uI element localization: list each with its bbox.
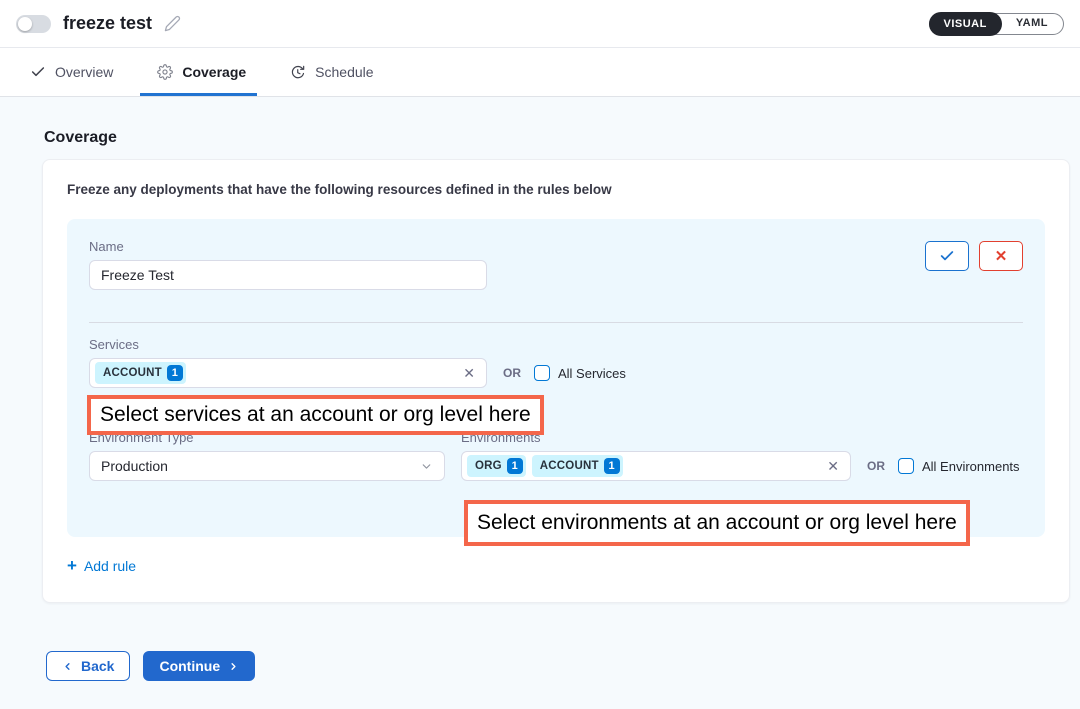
environments-or-label: OR (867, 459, 885, 473)
tab-schedule-label: Schedule (315, 64, 373, 80)
header: freeze test VISUAL YAML (0, 0, 1080, 48)
environments-account-tag[interactable]: ACCOUNT 1 (532, 455, 623, 477)
environment-columns: Environment Type Production Environments… (89, 430, 1023, 481)
name-label: Name (89, 239, 487, 254)
tab-coverage-label: Coverage (182, 64, 246, 80)
annotation-select-environments: Select environments at an account or org… (464, 500, 970, 546)
services-multiselect[interactable]: ACCOUNT 1 ✕ (89, 358, 487, 388)
services-row: ACCOUNT 1 ✕ OR All Services (89, 358, 1023, 388)
tab-schedule[interactable]: Schedule (290, 48, 373, 96)
panel-divider (89, 322, 1023, 323)
visual-yaml-toggle: VISUAL YAML (929, 13, 1065, 35)
apply-rule-button[interactable] (925, 241, 969, 271)
all-services-checkbox[interactable] (534, 365, 550, 381)
environments-multiselect[interactable]: ORG 1 ACCOUNT 1 ✕ (461, 451, 851, 481)
wizard-tabs: Overview Coverage Schedule (0, 48, 1080, 97)
visual-mode-button[interactable]: VISUAL (929, 12, 1002, 36)
add-rule-label: Add rule (84, 558, 136, 574)
freeze-enabled-toggle[interactable] (16, 15, 51, 33)
all-services-label: All Services (558, 366, 626, 381)
environments-org-tag[interactable]: ORG 1 (467, 455, 526, 477)
main-content: Coverage Freeze any deployments that hav… (0, 97, 1080, 709)
confirm-buttons: ✕ (925, 241, 1023, 271)
toggle-knob (18, 17, 32, 31)
chevron-right-icon (228, 661, 239, 672)
tab-overview-label: Overview (55, 64, 113, 80)
pencil-icon (164, 15, 181, 32)
annotation-select-services: Select services at an account or org lev… (87, 395, 544, 435)
tag-count-badge: 1 (604, 458, 620, 474)
tag-count-badge: 1 (507, 458, 523, 474)
plus-icon: + (67, 557, 77, 574)
tag-label: ACCOUNT (540, 460, 599, 472)
add-rule-button[interactable]: + Add rule (67, 557, 136, 574)
name-field-group: Name (89, 239, 487, 290)
environment-type-group: Environment Type Production (89, 430, 445, 481)
check-icon (30, 64, 46, 80)
back-button[interactable]: Back (46, 651, 130, 681)
tab-coverage[interactable]: Coverage (157, 48, 246, 96)
services-account-tag[interactable]: ACCOUNT 1 (95, 362, 186, 384)
environments-row: ORG 1 ACCOUNT 1 ✕ OR All Environments (461, 451, 1023, 481)
chevron-left-icon (62, 661, 73, 672)
cancel-rule-button[interactable]: ✕ (979, 241, 1023, 271)
chevron-down-icon (420, 460, 433, 473)
coverage-heading: Coverage (44, 129, 1070, 147)
wizard-footer: Back Continue (46, 651, 1070, 681)
coverage-card: Freeze any deployments that have the fol… (42, 159, 1070, 603)
yaml-mode-button[interactable]: YAML (1001, 13, 1063, 35)
back-label: Back (81, 658, 114, 674)
tag-count-badge: 1 (167, 365, 183, 381)
gear-icon (157, 64, 173, 80)
tab-overview[interactable]: Overview (30, 48, 113, 96)
edit-title-button[interactable] (164, 15, 181, 32)
x-icon: ✕ (995, 247, 1008, 265)
clear-services-icon[interactable]: ✕ (463, 366, 475, 380)
check-icon (939, 248, 955, 264)
continue-label: Continue (159, 658, 220, 674)
all-environments-checkbox[interactable] (898, 458, 914, 474)
all-environments-label: All Environments (922, 459, 1020, 474)
continue-button[interactable]: Continue (143, 651, 255, 681)
services-or-label: OR (503, 366, 521, 380)
services-label: Services (89, 337, 1023, 353)
coverage-intro-text: Freeze any deployments that have the fol… (67, 182, 1045, 197)
environments-label: Environments (461, 430, 1023, 446)
tag-label: ACCOUNT (103, 367, 162, 379)
environments-group: Environments ORG 1 ACCOUNT 1 ✕ (461, 430, 1023, 481)
environment-type-select[interactable]: Production (89, 451, 445, 481)
environment-type-value: Production (101, 458, 168, 474)
tag-label: ORG (475, 460, 502, 472)
rule-panel: Name ✕ Services ACCOUNT (67, 219, 1045, 537)
clear-environments-icon[interactable]: ✕ (827, 459, 839, 473)
page-title: freeze test (63, 13, 152, 34)
name-input[interactable] (89, 260, 487, 290)
schedule-clock-icon (290, 64, 306, 80)
